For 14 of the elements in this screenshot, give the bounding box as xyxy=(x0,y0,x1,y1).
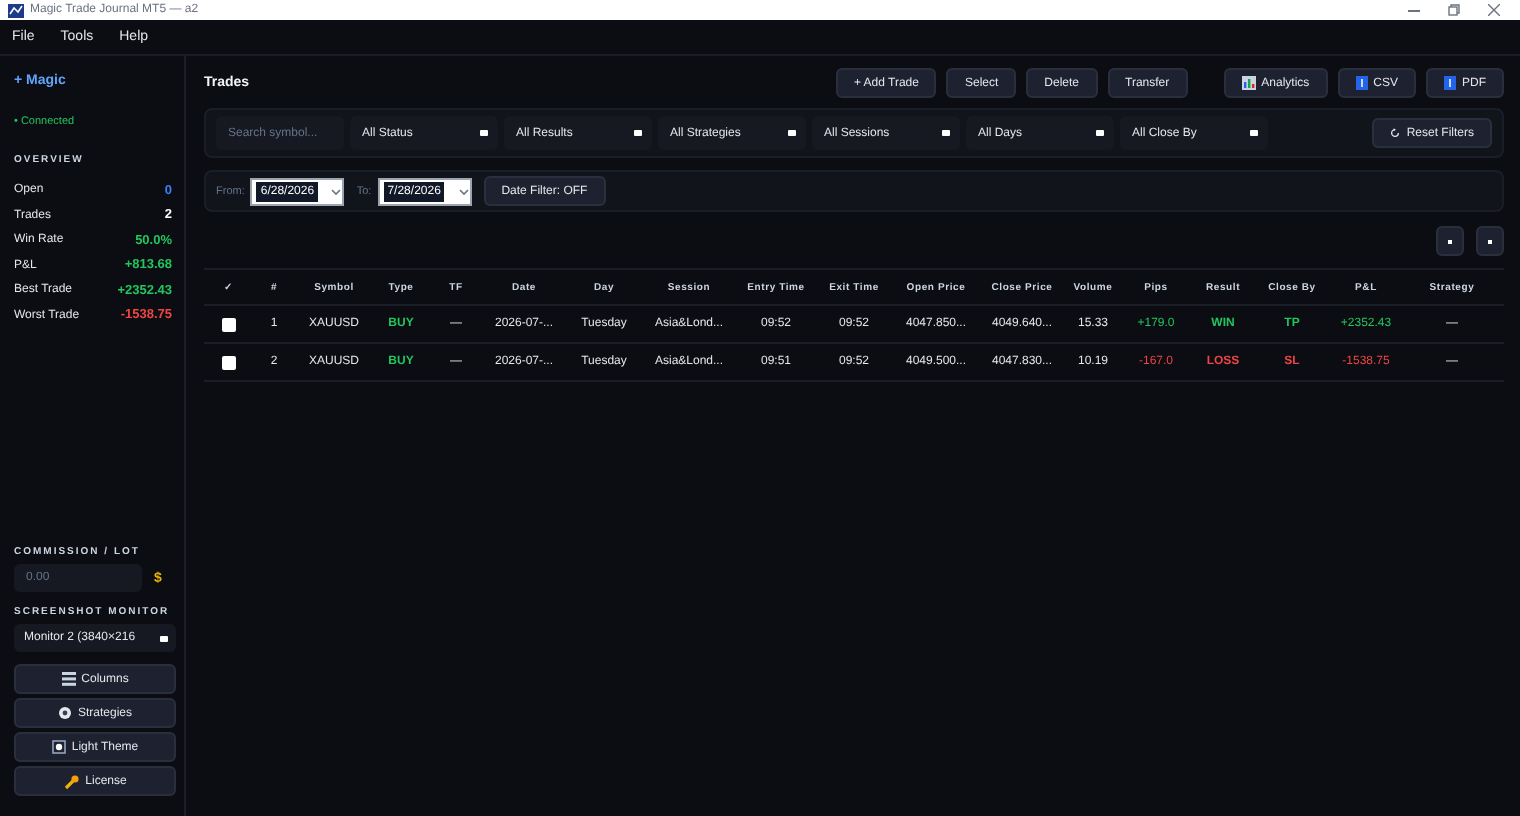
reset-icon xyxy=(1390,128,1401,138)
row-checkbox[interactable] xyxy=(221,355,235,369)
chevron-down-icon[interactable] xyxy=(457,187,470,195)
minimize-icon[interactable] xyxy=(1408,9,1420,11)
close-icon[interactable] xyxy=(1488,4,1500,16)
columns-icon xyxy=(61,672,76,686)
row-checkbox[interactable] xyxy=(221,317,235,331)
document-icon xyxy=(1355,76,1368,90)
chevron-down-icon[interactable] xyxy=(330,187,343,195)
restore-icon[interactable] xyxy=(1448,4,1460,16)
gear-icon xyxy=(57,706,72,720)
document-icon xyxy=(1444,76,1456,90)
wrench-icon xyxy=(63,773,80,789)
bar-chart-icon xyxy=(1241,76,1256,90)
